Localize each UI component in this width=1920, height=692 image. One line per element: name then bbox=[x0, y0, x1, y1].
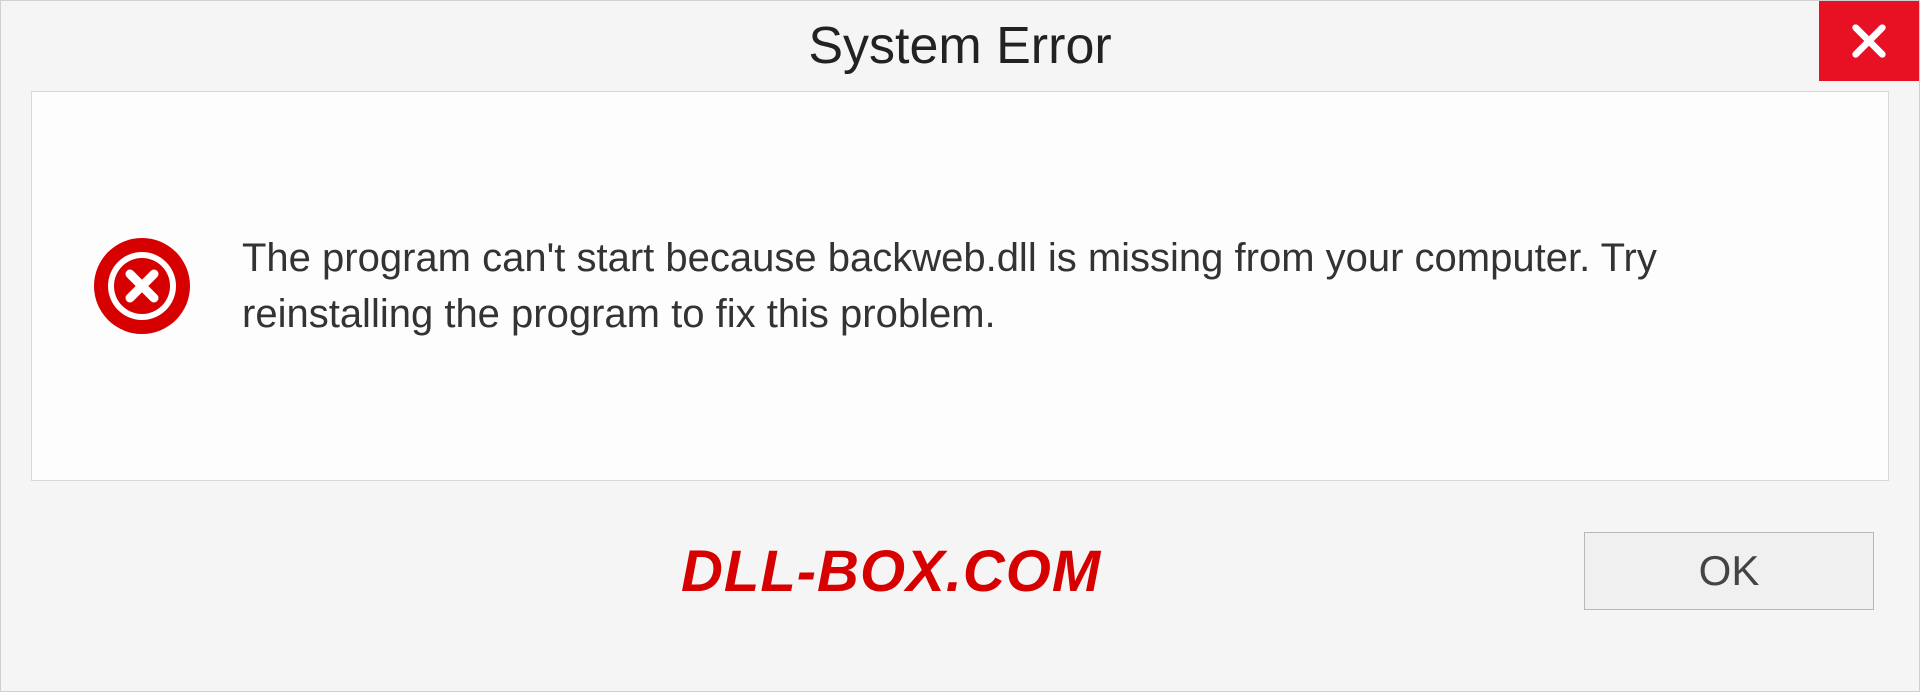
ok-button[interactable]: OK bbox=[1584, 532, 1874, 610]
close-button[interactable] bbox=[1819, 1, 1919, 81]
error-message: The program can't start because backweb.… bbox=[242, 230, 1828, 342]
watermark-text: DLL-BOX.COM bbox=[681, 538, 1101, 605]
error-dialog: System Error The program can't start bec… bbox=[0, 0, 1920, 692]
content-panel: The program can't start because backweb.… bbox=[31, 91, 1889, 481]
error-icon bbox=[92, 236, 192, 336]
footer: DLL-BOX.COM OK bbox=[1, 481, 1919, 661]
dialog-title: System Error bbox=[808, 16, 1111, 76]
titlebar: System Error bbox=[1, 1, 1919, 91]
close-icon bbox=[1849, 21, 1889, 61]
